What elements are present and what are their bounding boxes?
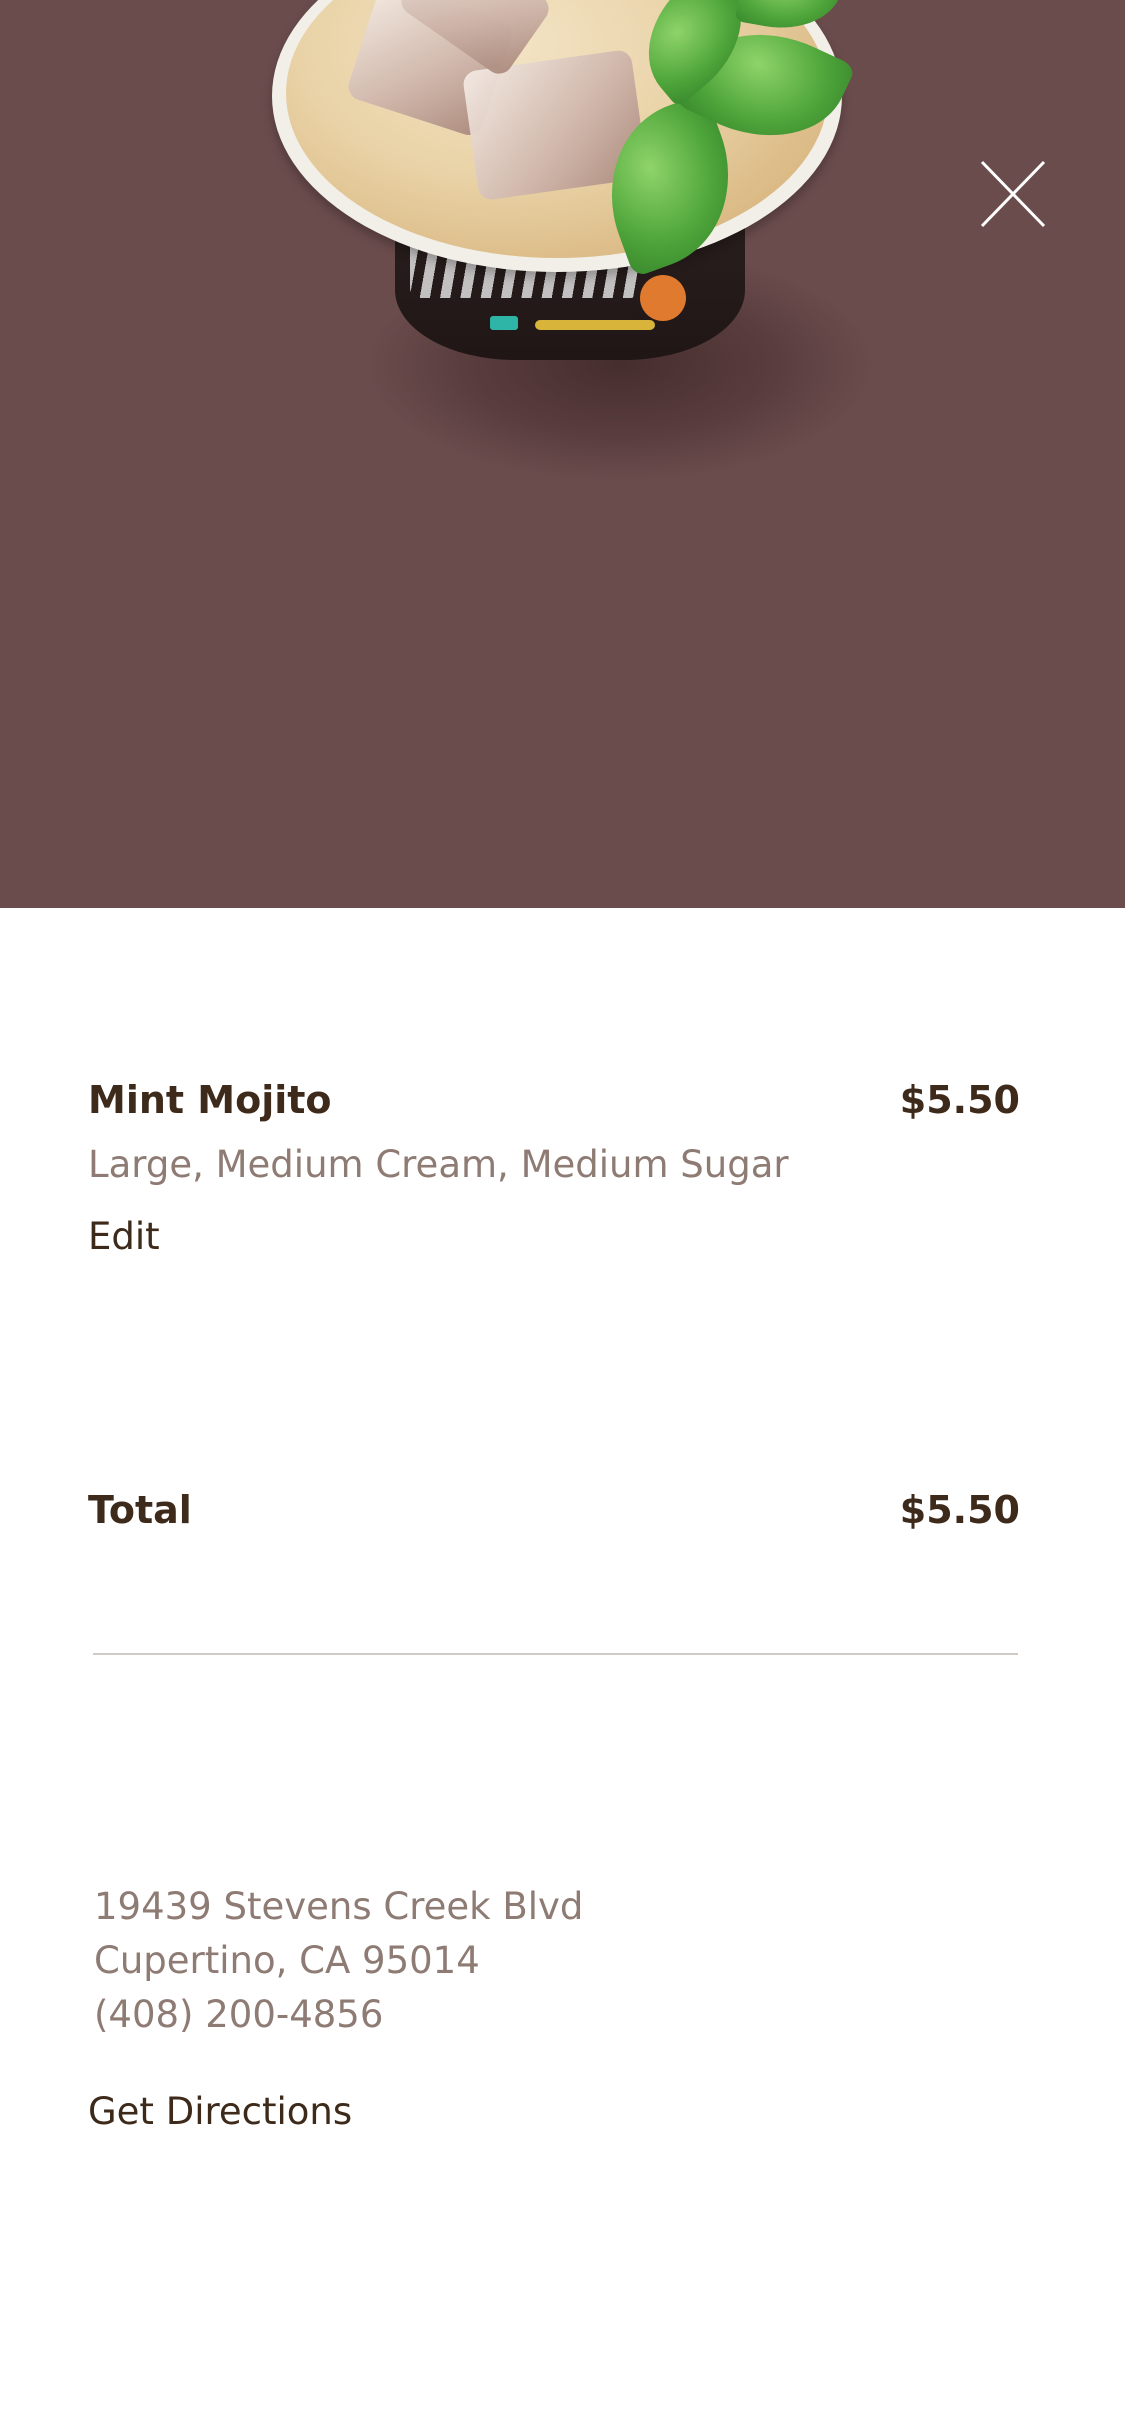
store-address: 19439 Stevens Creek Blvd Cupertino, CA 9… [94, 1880, 583, 2042]
store-phone[interactable]: (408) 200-4856 [94, 1988, 583, 2042]
get-directions-link[interactable]: Get Directions [88, 2090, 352, 2133]
close-button[interactable] [968, 156, 1058, 232]
address-city: Cupertino, CA 95014 [94, 1939, 480, 1982]
address-street: 19439 Stevens Creek Blvd [94, 1885, 584, 1928]
total-label: Total [88, 1488, 192, 1532]
product-hero [0, 0, 1125, 908]
order-item-row: Mint Mojito $5.50 [88, 1078, 1020, 1122]
item-options: Large, Medium Cream, Medium Sugar [88, 1143, 789, 1186]
total-row: Total $5.50 [88, 1488, 1020, 1532]
cup-label-stripe [535, 320, 655, 330]
divider [93, 1653, 1018, 1655]
item-name: Mint Mojito [88, 1078, 332, 1122]
close-icon [980, 160, 1046, 228]
total-value: $5.50 [899, 1488, 1020, 1532]
item-price: $5.50 [899, 1078, 1020, 1122]
cup-label-accent [490, 316, 518, 330]
cup-label-mark [640, 275, 686, 321]
edit-item-link[interactable]: Edit [88, 1215, 160, 1258]
